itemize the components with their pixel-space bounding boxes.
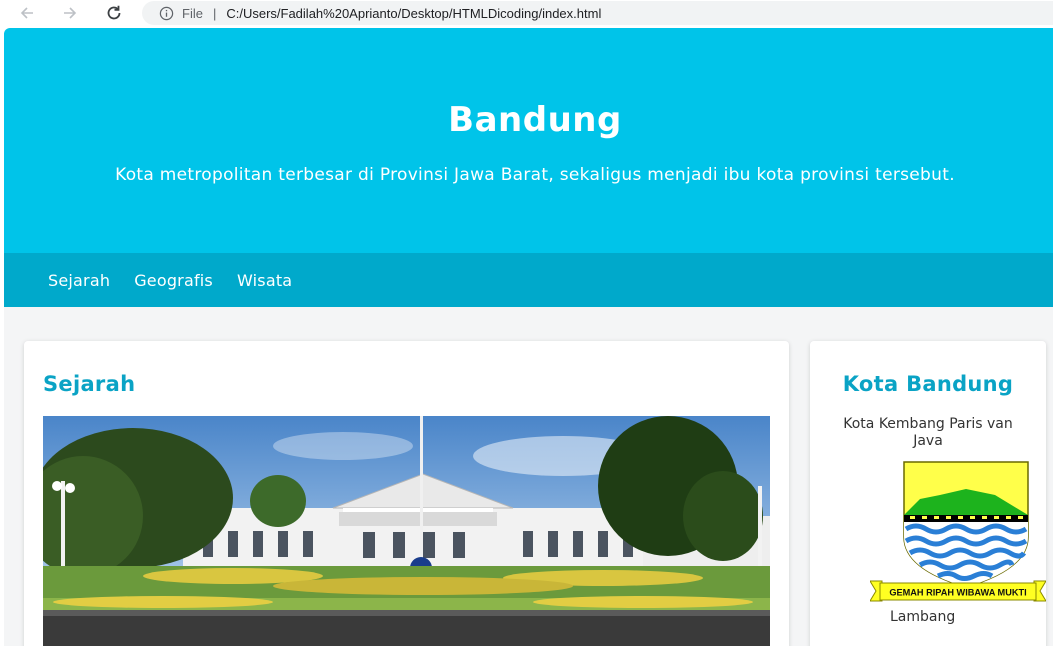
gedung-sate-photo — [43, 416, 770, 646]
nav-link-geografis[interactable]: Geografis — [134, 271, 213, 290]
back-button[interactable] — [15, 1, 39, 25]
info-icon[interactable] — [158, 5, 174, 21]
arrow-left-icon — [20, 7, 33, 19]
emblem-caption: Lambang — [890, 609, 956, 625]
forward-button[interactable] — [58, 1, 82, 25]
arrow-right-icon — [64, 7, 77, 19]
browser-toolbar: File | C:/Users/Fadilah%20Aprianto/Deskt… — [0, 0, 1053, 28]
nav-link-sejarah[interactable]: Sejarah — [48, 271, 110, 290]
reload-button[interactable] — [102, 1, 126, 25]
reload-icon — [107, 5, 121, 20]
main-nav: Sejarah Geografis Wisata — [4, 253, 1053, 307]
emblem-motto: GEMAH RIPAH WIBAWA MUKTI — [889, 588, 1026, 598]
page-title: Bandung — [448, 100, 622, 140]
section-title: Sejarah — [43, 372, 136, 396]
url-separator: | — [212, 5, 217, 21]
sidebar-card: Kota Bandung Kota Kembang Paris van Java — [810, 341, 1047, 646]
hero-header: Bandung Kota metropolitan terbesar di Pr… — [4, 28, 1053, 253]
sidebar-title: Kota Bandung — [842, 372, 1014, 396]
scheme-label: File — [182, 5, 203, 21]
page-tagline: Kota metropolitan terbesar di Provinsi J… — [115, 165, 955, 185]
content-area: Sejarah Kota Bandung Kota Kembang Paris … — [4, 307, 1053, 646]
nav-link-wisata[interactable]: Wisata — [237, 271, 292, 290]
city-emblem: GEMAH RIPAH WIBAWA MUKTI — [869, 459, 1047, 607]
article-card: Sejarah — [24, 341, 789, 646]
address-bar[interactable]: File | C:/Users/Fadilah%20Aprianto/Deskt… — [142, 1, 1053, 25]
web-page: Bandung Kota metropolitan terbesar di Pr… — [4, 28, 1053, 646]
sidebar-subtitle: Kota Kembang Paris van Java — [843, 416, 1013, 449]
url-text[interactable]: C:/Users/Fadilah%20Aprianto/Desktop/HTML… — [226, 6, 601, 21]
